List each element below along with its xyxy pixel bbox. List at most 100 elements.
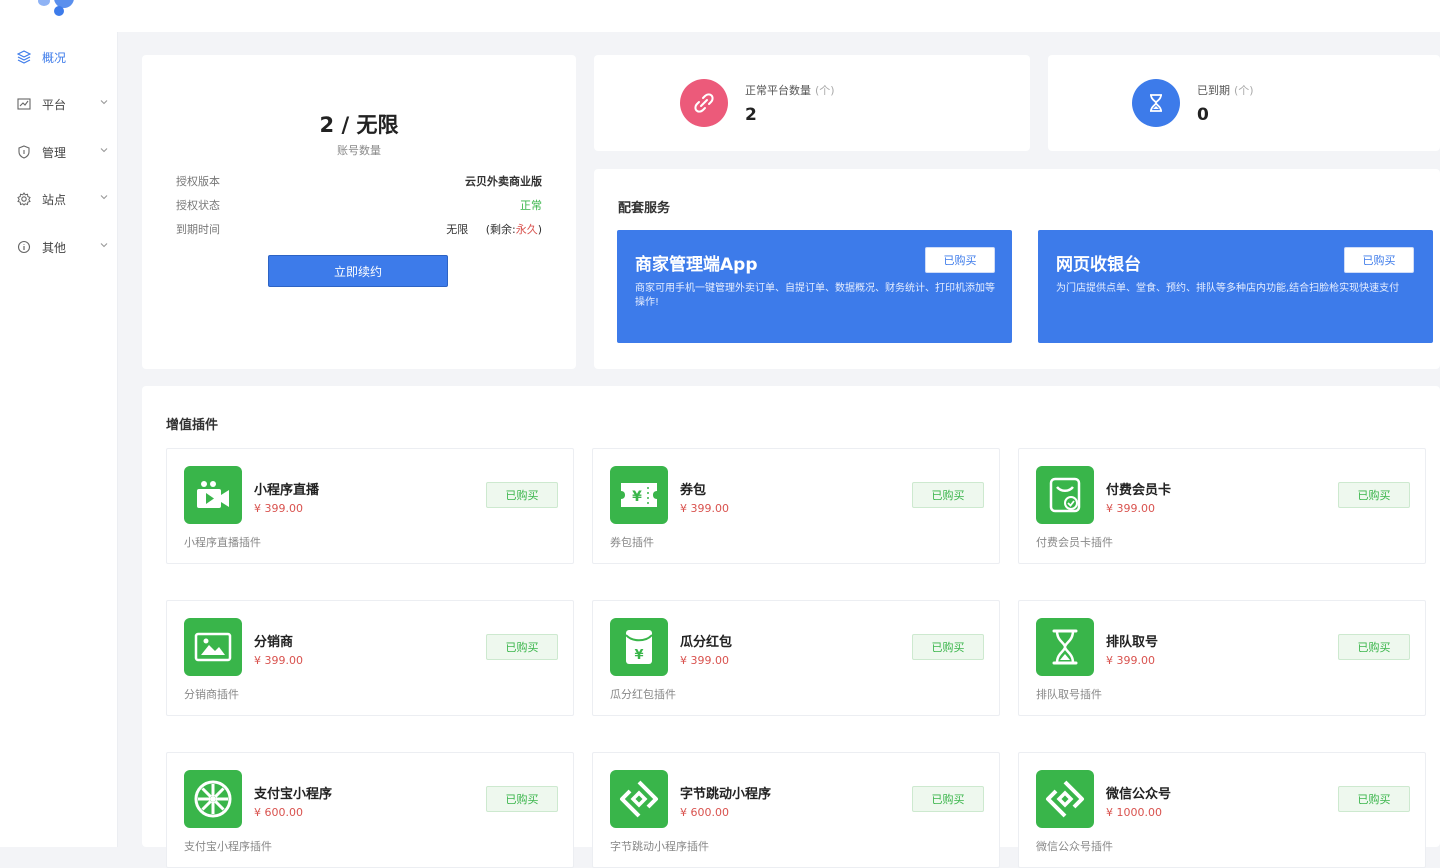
wechat-official-icon (1036, 770, 1094, 828)
plugin-name: 分销商 (254, 635, 294, 650)
service-desc: 为门店提供点单、堂食、预约、排队等多种店内功能,结合扫脸枪实现快速支付 (1056, 283, 1400, 294)
account-panel: 2 / 无限 账号数量 授权版本 云贝外卖商业版 授权状态 正常 到期时间 无限… (142, 55, 576, 369)
stat-value: 2 (745, 105, 757, 125)
plugin-price: ¥ 399.00 (254, 654, 303, 667)
sidebar-item-manage[interactable]: 管理 (0, 136, 118, 168)
plugin-card-coupon[interactable]: ¥ 券包 ¥ 399.00 券包插件 已购买 (592, 448, 1000, 564)
purchased-badge[interactable]: 已购买 (1338, 786, 1410, 812)
live-video-icon (184, 466, 242, 524)
plugin-price: ¥ 600.00 (680, 806, 729, 819)
chart-icon (17, 98, 31, 110)
services-panel: 配套服务 商家管理端App 已购买 商家可用手机一键管理外卖订单、自提订单、数据… (594, 169, 1440, 369)
plugin-card-member[interactable]: 付费会员卡 ¥ 399.00 付费会员卡插件 已购买 (1018, 448, 1426, 564)
top-bar (0, 0, 1440, 32)
plugin-card-queue[interactable]: 排队取号 ¥ 399.00 排队取号插件 已购买 (1018, 600, 1426, 716)
stat-label: 已到期 (个) (1197, 84, 1254, 97)
purchased-badge[interactable]: 已购买 (1344, 247, 1414, 273)
logo[interactable] (36, 0, 86, 18)
coupon-icon: ¥ (610, 466, 668, 524)
plugin-price: ¥ 399.00 (254, 502, 303, 515)
service-desc: 商家可用手机一键管理外卖订单、自提订单、数据概况、财务统计、打印机添加等操作! (635, 283, 995, 308)
purchased-badge[interactable]: 已购买 (912, 634, 984, 660)
plugin-card-wechat-official[interactable]: 微信公众号 ¥ 1000.00 微信公众号插件 已购买 (1018, 752, 1426, 868)
purchased-badge[interactable]: 已购买 (1338, 634, 1410, 660)
plugin-card-alipay[interactable]: 支付宝小程序 ¥ 600.00 支付宝小程序插件 已购买 (166, 752, 574, 868)
plugins-panel: 增值插件 小程序直播 ¥ 399.00 小程序直播插件 已购买 ¥ 券包 ¥ 3… (142, 386, 1440, 868)
sidebar-item-platform[interactable]: 平台 (0, 88, 118, 120)
service-card-merchant-app[interactable]: 商家管理端App 已购买 商家可用手机一键管理外卖订单、自提订单、数据概况、财务… (617, 230, 1012, 343)
account-count: 2 / 无限 (319, 113, 399, 137)
expire-value: 无限 (446, 223, 469, 236)
bytedance-icon (610, 770, 668, 828)
plugins-title: 增值插件 (166, 418, 219, 433)
plugin-desc: 微信公众号插件 (1036, 840, 1113, 853)
plugin-desc: 瓜分红包插件 (610, 688, 676, 701)
plugin-price: ¥ 399.00 (1106, 654, 1155, 667)
sidebar-item-overview[interactable]: 概况 (0, 41, 118, 73)
version-value: 云贝外卖商业版 (465, 175, 542, 188)
alipay-icon (184, 770, 242, 828)
image-icon (184, 618, 242, 676)
plugin-desc: 排队取号插件 (1036, 688, 1102, 701)
stat-label: 正常平台数量 (个) (745, 84, 835, 97)
plugin-name: 付费会员卡 (1106, 483, 1172, 498)
chevron-down-icon (100, 195, 108, 200)
plugin-price: ¥ 399.00 (1106, 502, 1155, 515)
status-label: 授权状态 (176, 199, 220, 212)
remain-prefix: (剩余: (485, 223, 516, 236)
chevron-down-icon (100, 100, 108, 105)
gear-icon (17, 192, 31, 206)
plugin-price: ¥ 600.00 (254, 806, 303, 819)
stat-panel-expired: 已到期 (个) 0 (1048, 55, 1440, 151)
sidebar-item-label: 其他 (42, 241, 67, 255)
purchased-badge[interactable]: 已购买 (1338, 482, 1410, 508)
remain-suffix: ) (537, 223, 542, 236)
purchased-badge[interactable]: 已购买 (486, 786, 558, 812)
plugin-card-distributor[interactable]: 分销商 ¥ 399.00 分销商插件 已购买 (166, 600, 574, 716)
service-title: 网页收银台 (1056, 255, 1141, 275)
red-packet-icon: ¥ (610, 618, 668, 676)
plugin-name: 券包 (680, 483, 707, 498)
version-label: 授权版本 (176, 175, 220, 188)
plugin-name: 瓜分红包 (680, 635, 733, 650)
plugin-card-live[interactable]: 小程序直播 ¥ 399.00 小程序直播插件 已购买 (166, 448, 574, 564)
svg-text:¥: ¥ (634, 648, 643, 663)
plugin-card-red-packet[interactable]: ¥ 瓜分红包 ¥ 399.00 瓜分红包插件 已购买 (592, 600, 1000, 716)
sidebar-item-label: 概况 (42, 51, 67, 65)
svg-text:¥: ¥ (632, 489, 642, 505)
sidebar: 概况 平台 管理 站点 其他 (0, 32, 118, 847)
plugin-card-bytedance[interactable]: 字节跳动小程序 ¥ 600.00 字节跳动小程序插件 已购买 (592, 752, 1000, 868)
renew-button[interactable]: 立即续约 (268, 255, 448, 287)
plugin-desc: 券包插件 (610, 536, 654, 549)
link-icon (680, 79, 728, 127)
layers-icon (17, 50, 31, 64)
purchased-badge[interactable]: 已购买 (486, 634, 558, 660)
member-card-icon (1036, 466, 1094, 524)
purchased-badge[interactable]: 已购买 (912, 482, 984, 508)
service-card-web-cashier[interactable]: 网页收银台 已购买 为门店提供点单、堂食、预约、排队等多种店内功能,结合扫脸枪实… (1038, 230, 1433, 343)
purchased-badge[interactable]: 已购买 (912, 786, 984, 812)
sidebar-item-other[interactable]: 其他 (0, 231, 118, 263)
plugin-price: ¥ 399.00 (680, 654, 729, 667)
chevron-down-icon (100, 148, 108, 153)
chevron-down-icon (100, 243, 108, 248)
shield-icon (18, 145, 30, 159)
plugin-name: 排队取号 (1106, 635, 1159, 650)
plugin-desc: 分销商插件 (184, 688, 239, 701)
sidebar-item-site[interactable]: 站点 (0, 183, 118, 215)
sidebar-item-label: 平台 (42, 98, 67, 112)
plugin-desc: 支付宝小程序插件 (184, 840, 272, 853)
stat-panel-normal: 正常平台数量 (个) 2 (594, 55, 1030, 151)
hourglass-icon (1036, 618, 1094, 676)
plugin-name: 小程序直播 (254, 483, 320, 498)
plugin-name: 字节跳动小程序 (680, 787, 772, 802)
plugin-name: 微信公众号 (1106, 787, 1172, 802)
info-icon (17, 240, 31, 254)
plugin-price: ¥ 399.00 (680, 502, 729, 515)
plugin-desc: 字节跳动小程序插件 (610, 840, 709, 853)
purchased-badge[interactable]: 已购买 (486, 482, 558, 508)
expire-row: 无限 (剩余:永久) (446, 221, 542, 237)
purchased-badge[interactable]: 已购买 (925, 247, 995, 273)
account-count-label: 账号数量 (337, 144, 381, 157)
plugin-name: 支付宝小程序 (254, 787, 333, 802)
